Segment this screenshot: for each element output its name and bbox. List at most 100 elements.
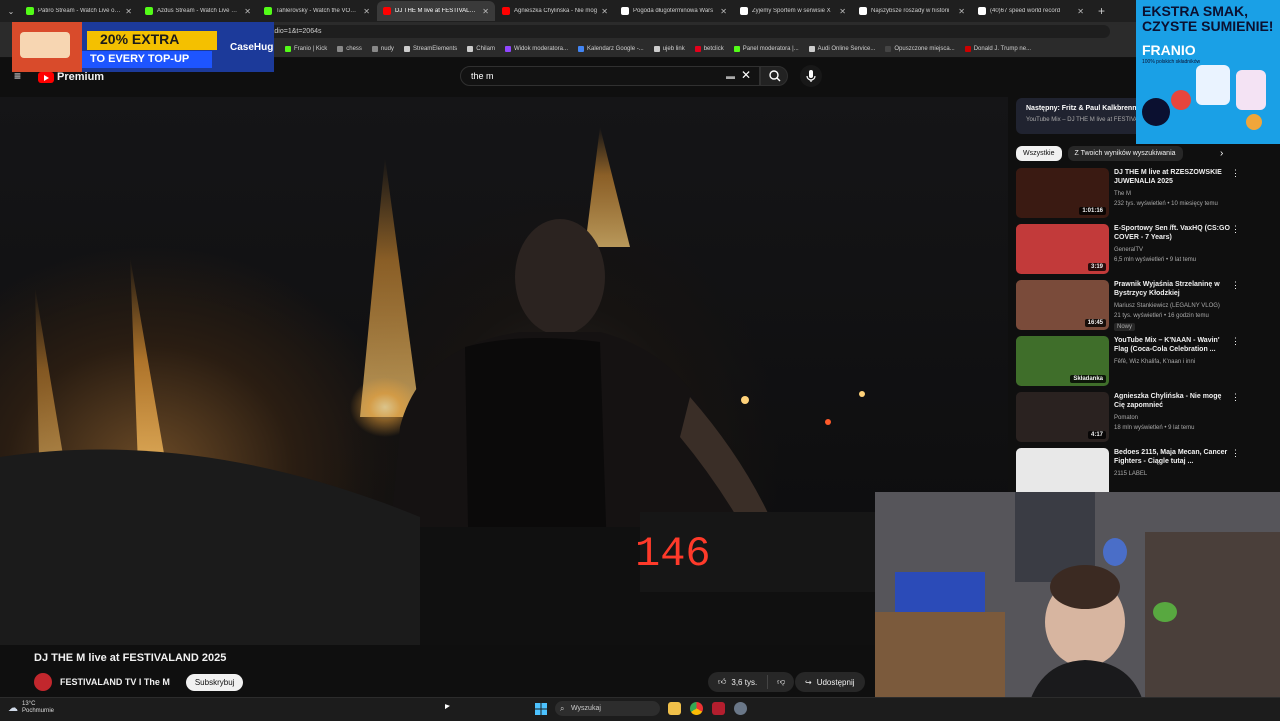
like-button[interactable]: 👍︎ 3,6 tys. xyxy=(708,675,769,689)
bookmark-label: Opuszczone miejsca... xyxy=(894,46,955,52)
chevron-right-icon[interactable]: › xyxy=(1220,148,1223,159)
close-tab-icon[interactable]: ✕ xyxy=(125,7,132,16)
search-input[interactable]: the m xyxy=(460,66,760,86)
more-options-icon[interactable]: ⋮ xyxy=(1231,224,1240,235)
close-tab-icon[interactable]: ✕ xyxy=(958,7,965,16)
bookmark-item[interactable]: Franio | Kick xyxy=(285,46,327,52)
close-tab-icon[interactable]: ✕ xyxy=(482,7,489,16)
webcam-image xyxy=(875,492,1280,720)
bookmark-item[interactable]: Chilam xyxy=(467,46,495,52)
bookmark-item[interactable]: betclick xyxy=(694,46,724,52)
weather-widget[interactable]: ☁ 13°C Pochmurnie xyxy=(8,701,54,715)
weather-condition: Pochmurnie xyxy=(22,708,55,714)
video-thumbnail[interactable] xyxy=(1016,448,1109,492)
tab-title: Patiro Stream - Watch Live on K xyxy=(38,8,122,14)
recommendation-channel[interactable]: GeneralTV xyxy=(1114,247,1143,253)
recommendation-title[interactable]: E-Sportowy Sen /ft. VaxHQ (CS:GO COVER -… xyxy=(1114,224,1234,242)
recommendation-channel[interactable]: 2115 LABEL xyxy=(1114,471,1147,477)
recommendation-channel[interactable]: Mariusz Stankiewicz (LEGALNY VLOG) xyxy=(1114,303,1220,309)
recommendation-title[interactable]: YouTube Mix – K'NAAN - Wavin' Flag (Coca… xyxy=(1114,336,1234,354)
close-tab-icon[interactable]: ✕ xyxy=(1077,7,1084,16)
browser-tab[interactable]: Żyjemy Sportem w serwisie X ✕ xyxy=(734,1,852,21)
windows-start-icon[interactable] xyxy=(535,703,547,715)
like-count: 3,6 tys. xyxy=(731,677,758,687)
bookmark-item[interactable]: nudy xyxy=(371,46,394,52)
settings-icon[interactable] xyxy=(734,702,747,715)
bookmark-item[interactable]: Kalendarz Google -... xyxy=(578,46,644,52)
video-thumbnail[interactable]: 16:45 xyxy=(1016,280,1109,330)
clear-search-icon[interactable]: ✕ xyxy=(741,68,751,82)
new-badge: Nowy xyxy=(1114,323,1136,331)
recommendation-item[interactable]: Składanka YouTube Mix – K'NAAN - Wavin' F… xyxy=(1016,334,1246,390)
menu-icon[interactable]: ≡ xyxy=(14,70,26,82)
share-button[interactable]: ↪ Udostępnij xyxy=(795,672,865,692)
voice-search-button[interactable] xyxy=(800,65,822,87)
more-options-icon[interactable]: ⋮ xyxy=(1231,336,1240,347)
recommendation-item[interactable]: 1:01:16 DJ THE M live at RZESZOWSKIE JUWE… xyxy=(1016,166,1246,222)
bookmark-label: betclick xyxy=(703,46,724,52)
recommendation-title[interactable]: Agnieszka Chylińska - Nie mogę Cię zapom… xyxy=(1114,392,1234,410)
bookmark-item[interactable]: Donald J. Trump ne... xyxy=(964,46,1031,52)
more-options-icon[interactable]: ⋮ xyxy=(1231,168,1240,179)
keyboard-icon[interactable]: ▬ xyxy=(726,71,735,81)
windows-search-input[interactable]: ⌕ Wyszukaj xyxy=(555,701,660,716)
autoplay-next-box[interactable]: Następny: Fritz & Paul Kalkbrenner YouTu… xyxy=(1016,98,1154,134)
bookmark-item[interactable]: Audi Online Service... xyxy=(808,46,875,52)
close-tab-icon[interactable]: ✕ xyxy=(720,7,727,16)
browser-tab[interactable]: Tahlerovsky - Watch the VOD o ✕ xyxy=(258,1,376,21)
browser-tab[interactable]: Najszybsze roszady w historii ✕ xyxy=(853,1,971,21)
bookmark-item[interactable]: Widok moderatora... xyxy=(504,46,568,52)
browser-tab[interactable]: Pogoda długoterminowa Wars ✕ xyxy=(615,1,733,21)
channel-avatar[interactable] xyxy=(34,673,52,691)
bookmark-label: Chilam xyxy=(476,46,495,52)
recommendation-item[interactable]: 4:17 Agnieszka Chylińska - Nie mogę Cię z… xyxy=(1016,390,1246,446)
file-explorer-icon[interactable] xyxy=(668,702,681,715)
recommendation-channel[interactable]: Pomaton xyxy=(1114,415,1138,421)
search-button[interactable] xyxy=(760,66,788,86)
recommendation-title[interactable]: DJ THE M live at RZESZOWSKIE JUWENALIA 2… xyxy=(1114,168,1234,186)
bookmark-favicon-icon xyxy=(733,46,740,52)
channel-name[interactable]: FESTIVALAND TV I The M xyxy=(60,677,170,687)
close-tab-icon[interactable]: ✕ xyxy=(244,7,251,16)
youtube-logo[interactable]: Premium xyxy=(38,71,104,83)
browser-tab[interactable]: Patiro Stream - Watch Live on K ✕ xyxy=(20,1,138,21)
browser-tab[interactable]: DJ THE M live at FESTIVALAND ✕ xyxy=(377,1,495,21)
dislike-button[interactable]: 👎︎ xyxy=(768,677,794,687)
url-field[interactable]: rt_radio=1&t=2064s xyxy=(230,25,1110,38)
browser-tab[interactable]: Azdus Stream - Watch Live on K ✕ xyxy=(139,1,257,21)
bookmark-label: Widok moderatora... xyxy=(513,46,568,52)
bookmark-item[interactable]: chess xyxy=(337,46,362,52)
tab-search-icon[interactable]: ⌄ xyxy=(3,3,19,19)
bookmark-item[interactable]: Opuszczone miejsca... xyxy=(885,46,955,52)
video-thumbnail[interactable]: 1:01:16 xyxy=(1016,168,1109,218)
video-thumbnail[interactable]: 3:19 xyxy=(1016,224,1109,274)
recommendation-title[interactable]: Bedoes 2115, Maja Mecan, Cancer Fighters… xyxy=(1114,448,1234,466)
chrome-icon[interactable] xyxy=(690,702,703,715)
subscribe-button[interactable]: Subskrybuj xyxy=(185,673,244,691)
app-icon[interactable] xyxy=(712,702,725,715)
video-thumbnail[interactable]: Składanka xyxy=(1016,336,1109,386)
close-tab-icon[interactable]: ✕ xyxy=(363,7,370,16)
recommendation-item[interactable]: Bedoes 2115, Maja Mecan, Cancer Fighters… xyxy=(1016,446,1246,492)
close-tab-icon[interactable]: ✕ xyxy=(601,7,608,16)
recommendation-item[interactable]: 3:19 E-Sportowy Sen /ft. VaxHQ (CS:GO COV… xyxy=(1016,222,1246,278)
video-player[interactable]: 146 xyxy=(0,97,1008,645)
browser-tab[interactable]: (40)67 speed world record ✕ xyxy=(972,1,1090,21)
bookmark-item[interactable]: Panel moderatora |... xyxy=(733,46,799,52)
recommendation-channel[interactable]: The M xyxy=(1114,191,1131,197)
bookmark-item[interactable]: ujeb link xyxy=(653,46,685,52)
filter-chip[interactable]: Z Twoich wyników wyszukiwania xyxy=(1067,145,1183,161)
filter-chip[interactable]: Wszystkie xyxy=(1016,145,1062,161)
bookmark-item[interactable]: StreamElements xyxy=(403,46,457,52)
browser-tab-strip: ⌄ Patiro Stream - Watch Live on K ✕ Azdus … xyxy=(0,0,1280,22)
browser-tab[interactable]: Agnieszka Chylińska - Nie mog ✕ xyxy=(496,1,614,21)
more-options-icon[interactable]: ⋮ xyxy=(1231,392,1240,403)
more-options-icon[interactable]: ⋮ xyxy=(1231,448,1240,459)
more-options-icon[interactable]: ⋮ xyxy=(1231,280,1240,291)
new-tab-icon[interactable]: + xyxy=(1098,4,1105,18)
video-thumbnail[interactable]: 4:17 xyxy=(1016,392,1109,442)
recommendation-item[interactable]: 16:45 Prawnik Wyjaśnia Strzelaninę w Byst… xyxy=(1016,278,1246,334)
recommendation-title[interactable]: Prawnik Wyjaśnia Strzelaninę w Bystrzycy… xyxy=(1114,280,1234,298)
close-tab-icon[interactable]: ✕ xyxy=(839,7,846,16)
recommendation-channel[interactable]: Fêfê, Wiz Khalifa, K'naan i inni xyxy=(1114,359,1195,365)
